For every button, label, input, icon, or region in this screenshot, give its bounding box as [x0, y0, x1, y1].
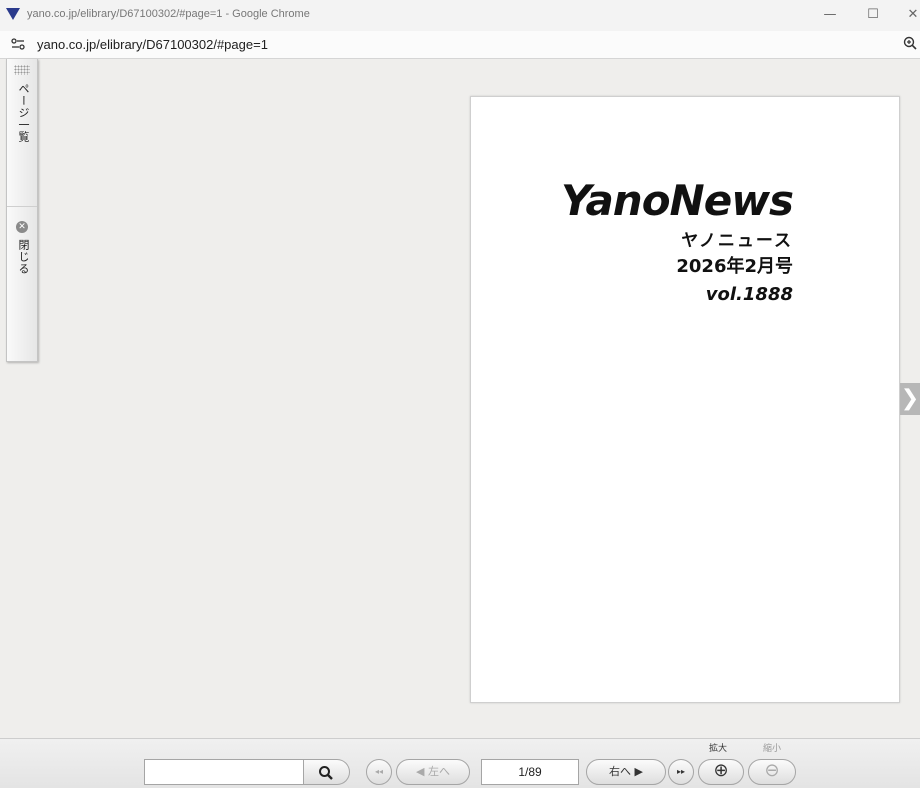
minimize-button[interactable]: —: [815, 4, 845, 26]
zoom-out-label: 縮小: [763, 744, 782, 754]
title-bar: yano.co.jp/elibrary/D67100302/#page=1 - …: [0, 0, 920, 31]
page-list-tab[interactable]: ページ一覧: [15, 83, 31, 143]
drag-grip-icon[interactable]: [14, 65, 30, 75]
publication-kana: ヤノニュース: [681, 231, 793, 251]
tab-divider: [7, 206, 37, 207]
close-icon[interactable]: ✕: [16, 221, 28, 233]
zoom-icon[interactable]: [903, 36, 917, 52]
next-page-button[interactable]: 右へ ▶: [586, 759, 666, 785]
last-page-button[interactable]: ▸▸: [668, 759, 694, 785]
search-input[interactable]: [144, 759, 304, 785]
prev-page-button[interactable]: ◀ 左へ: [396, 759, 470, 785]
close-window-button[interactable]: ✕: [898, 4, 920, 26]
viewer-area: ページ一覧 ✕ 閉じる YanoNews ヤノニュース 2026年2月号 vol…: [0, 59, 920, 738]
issue-date: 2026年2月号: [676, 256, 793, 277]
zoom-out-button[interactable]: ⊖: [748, 759, 796, 785]
site-info-icon[interactable]: [11, 38, 25, 50]
magazine-page: YanoNews ヤノニュース 2026年2月号 vol.1888: [470, 96, 900, 703]
next-page-arrow[interactable]: ❯: [900, 383, 920, 415]
address-bar: yano.co.jp/elibrary/D67100302/#page=1: [0, 31, 920, 59]
publication-title: YanoNews: [561, 176, 794, 225]
window-title: yano.co.jp/elibrary/D67100302/#page=1 - …: [27, 8, 310, 20]
search-icon: [319, 766, 333, 780]
search-button[interactable]: [304, 759, 350, 785]
volume-number: vol.1888: [705, 284, 793, 305]
zoom-in-label: 拡大: [709, 744, 728, 754]
viewer-toolbar: ◂◂ ◀ 左へ 1/89 右へ ▶ ▸▸ 拡大 縮小 ⊕ ⊖: [0, 738, 920, 788]
close-panel-label[interactable]: 閉じる: [15, 239, 31, 275]
side-panel-tab[interactable]: ページ一覧 ✕ 閉じる: [6, 59, 38, 362]
chrome-app-icon: [6, 8, 20, 20]
zoom-in-button[interactable]: ⊕: [698, 759, 744, 785]
url-text[interactable]: yano.co.jp/elibrary/D67100302/#page=1: [37, 37, 268, 52]
maximize-button[interactable]: ☐: [858, 4, 888, 26]
first-page-button[interactable]: ◂◂: [366, 759, 392, 785]
page-indicator[interactable]: 1/89: [481, 759, 579, 785]
